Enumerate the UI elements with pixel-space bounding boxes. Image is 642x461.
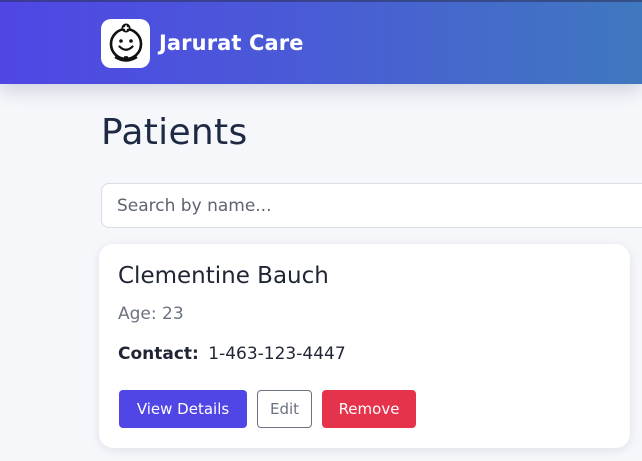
- patient-contact: Contact: 1-463-123-4447: [118, 344, 346, 364]
- remove-button[interactable]: Remove: [322, 390, 416, 428]
- brand[interactable]: Jarurat Care: [101, 18, 304, 68]
- contact-label: Contact:: [118, 344, 199, 364]
- edit-button[interactable]: Edit: [257, 390, 312, 428]
- patient-name: Clementine Bauch: [118, 263, 329, 289]
- smiling-doctor-icon: [101, 18, 150, 68]
- top-navbar: Jarurat Care: [0, 0, 642, 84]
- patient-card: Clementine Bauch Age: 23 Contact: 1-463-…: [99, 244, 630, 448]
- search-input[interactable]: [101, 183, 642, 228]
- patient-age: Age: 23: [118, 304, 184, 324]
- brand-name: Jarurat Care: [159, 31, 304, 55]
- view-details-button[interactable]: View Details: [119, 390, 247, 428]
- page-title: Patients: [101, 112, 248, 153]
- contact-value: 1-463-123-4447: [208, 344, 346, 364]
